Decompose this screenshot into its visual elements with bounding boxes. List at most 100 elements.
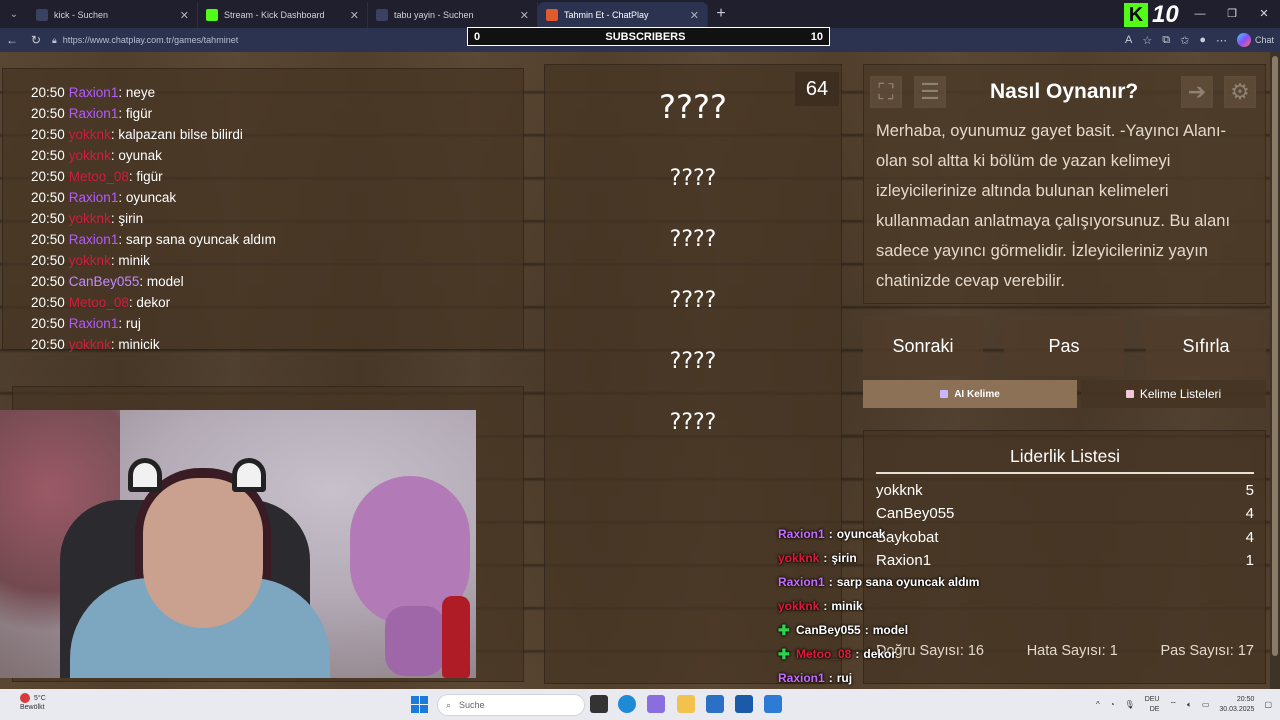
battery-icon[interactable]: ▭ (1202, 700, 1210, 709)
overlay-user: yokknk (778, 551, 820, 565)
overlay-colon: : (823, 599, 828, 613)
overlay-chat-message: Raxion1: ruj (778, 666, 1138, 690)
clock-time: 20:50 (1236, 695, 1255, 703)
overlay-chat-message: Raxion1: sarp sana oyuncak aldım (778, 570, 1138, 594)
minimize-icon[interactable]: — (1184, 0, 1216, 28)
windows-start-icon[interactable] (411, 696, 428, 713)
overlay-colon: : (864, 623, 869, 637)
message-colon: : (139, 274, 147, 289)
overlay-colon: : (823, 551, 828, 565)
maximize-icon[interactable]: ❐ (1216, 0, 1248, 28)
new-tab-button[interactable]: + (708, 5, 734, 23)
message-time: 20:50 (31, 106, 65, 121)
message-time: 20:50 (31, 253, 65, 268)
copilot-chat-button[interactable]: Chat (1236, 33, 1274, 47)
kick-favicon-icon (206, 9, 218, 21)
app-icon[interactable] (764, 695, 782, 713)
notifications-icon[interactable]: ▢ (1264, 700, 1272, 709)
overlay-text: model (872, 623, 909, 637)
taskbar-search[interactable]: ⌕ Suche (437, 694, 585, 716)
tab-tabu-search[interactable]: tabu yayin - Suchen ✕ (368, 2, 538, 28)
exit-icon[interactable]: ➔ (1181, 76, 1213, 108)
notes-icon[interactable]: ☰ (914, 76, 946, 108)
message-text: kalpazanı bilse bilirdi (118, 127, 243, 142)
extensions-icon[interactable]: ⧉ (1162, 34, 1170, 47)
overlay-user: Metoo_08 (796, 647, 852, 661)
wifi-icon[interactable]: ⌔ (1169, 700, 1177, 710)
fullscreen-icon[interactable]: ⛶ (870, 76, 902, 108)
more-menu-icon[interactable]: ⋯ (1216, 34, 1227, 47)
ai-word-button[interactable]: AI Kelime (863, 380, 1077, 408)
kick-goal-logo: K 10 (1124, 1, 1179, 28)
message-user: Raxion1 (68, 316, 119, 331)
chat-message: 20:50 Raxion1: figür (31, 103, 501, 124)
tab-title: tabu yayin - Suchen (394, 10, 474, 20)
message-colon: : (118, 232, 126, 247)
close-tab-icon[interactable]: ✕ (690, 9, 699, 22)
profile-avatar-icon[interactable]: ● (1199, 34, 1206, 46)
logo-number: 10 (1152, 1, 1179, 28)
taboo-word: ???? (669, 166, 717, 191)
store-icon[interactable] (706, 695, 724, 713)
message-user: yokknk (68, 127, 111, 142)
close-window-icon[interactable]: ✕ (1248, 0, 1280, 28)
next-button[interactable]: Sonraki (863, 316, 983, 376)
back-icon[interactable]: ← (0, 33, 24, 47)
overlay-colon: : (828, 671, 833, 685)
copilot-app-icon[interactable] (647, 695, 665, 713)
close-tab-icon[interactable]: ✕ (520, 9, 529, 22)
weather-widget[interactable]: 5°C Bewölkt (20, 693, 46, 712)
tab-tahmin-et[interactable]: Tahmin Et - ChatPlay ✕ (538, 2, 708, 28)
tray-chevron-icon[interactable]: ^ (1096, 700, 1100, 709)
reset-button[interactable]: Sıfırla (1146, 316, 1266, 376)
search-icon: ⌕ (446, 699, 452, 710)
task-view-icon[interactable] (590, 695, 608, 713)
scrollbar-thumb[interactable] (1272, 56, 1278, 656)
close-tab-icon[interactable]: ✕ (180, 9, 189, 22)
network-icon[interactable]: ◔ (1110, 700, 1115, 709)
file-explorer-icon[interactable] (677, 695, 695, 713)
webcam-feed (0, 410, 476, 678)
message-time: 20:50 (31, 211, 65, 226)
word-lists-button[interactable]: Kelime Listeleri (1081, 380, 1266, 408)
how-to-play-title: Nasıl Oynanır? (990, 80, 1139, 103)
close-tab-icon[interactable]: ✕ (350, 9, 359, 22)
clock[interactable]: 20:50 30.03.2025 (1219, 695, 1254, 715)
browser-tab-bar: ⌄ kick - Suchen ✕ Stream - Kick Dashboar… (0, 0, 1280, 28)
chat-message: 20:50 Raxion1: ruj (31, 313, 501, 334)
cat-ear-right (232, 458, 266, 492)
chatplay-favicon-icon (546, 9, 558, 21)
mic-icon[interactable]: 🎙︎ (1125, 700, 1135, 709)
favorite-star-icon[interactable]: ☆ (1142, 34, 1152, 47)
message-text: ruj (125, 316, 141, 331)
tab-kick-search[interactable]: kick - Suchen ✕ (28, 2, 198, 28)
read-aloud-icon[interactable]: A (1125, 34, 1132, 46)
subscribers-goal-bar: 0 SUBSCRIBERS 10 (467, 27, 830, 46)
how-to-play-text: Merhaba, oyunumuz gayet basit. -Yayıncı … (876, 122, 1231, 290)
language-indicator[interactable]: DEU DE (1145, 695, 1160, 715)
message-time: 20:50 (31, 169, 65, 184)
overlay-text: şirin (831, 551, 857, 565)
favorites-icon[interactable]: ✩ (1180, 34, 1189, 47)
tab-kick-dashboard[interactable]: Stream - Kick Dashboard ✕ (198, 2, 368, 28)
page-scrollbar[interactable] (1270, 52, 1280, 689)
volume-icon[interactable]: 🔈︎ (1187, 700, 1192, 710)
url-field[interactable]: 🔒︎ https://www.chatplay.com.tr/games/tah… (52, 31, 452, 49)
refresh-icon[interactable]: ↻ (24, 33, 48, 47)
mail-icon[interactable] (735, 695, 753, 713)
chat-log-panel: 20:50 Raxion1: neye 20:50 Raxion1: figür 20:… (2, 68, 524, 352)
lang-code: DEU (1144, 695, 1160, 703)
message-time: 20:50 (31, 190, 65, 205)
message-text: neye (125, 85, 156, 100)
edge-icon[interactable] (618, 695, 636, 713)
pass-button[interactable]: Pas (1004, 316, 1124, 376)
chat-message: 20:50 yokknk: minicik (31, 334, 501, 355)
chat-log: 20:50 Raxion1: neye 20:50 Raxion1: figür 20:… (31, 82, 501, 355)
message-colon: : (118, 190, 126, 205)
overlay-text: dekor (863, 647, 897, 661)
tab-actions-icon[interactable]: ⌄ (0, 9, 28, 20)
settings-gear-icon[interactable]: ⚙ (1224, 76, 1256, 108)
message-user: yokknk (68, 337, 111, 352)
message-text: figür (136, 169, 163, 184)
subscribers-goal: 10 (810, 30, 823, 43)
